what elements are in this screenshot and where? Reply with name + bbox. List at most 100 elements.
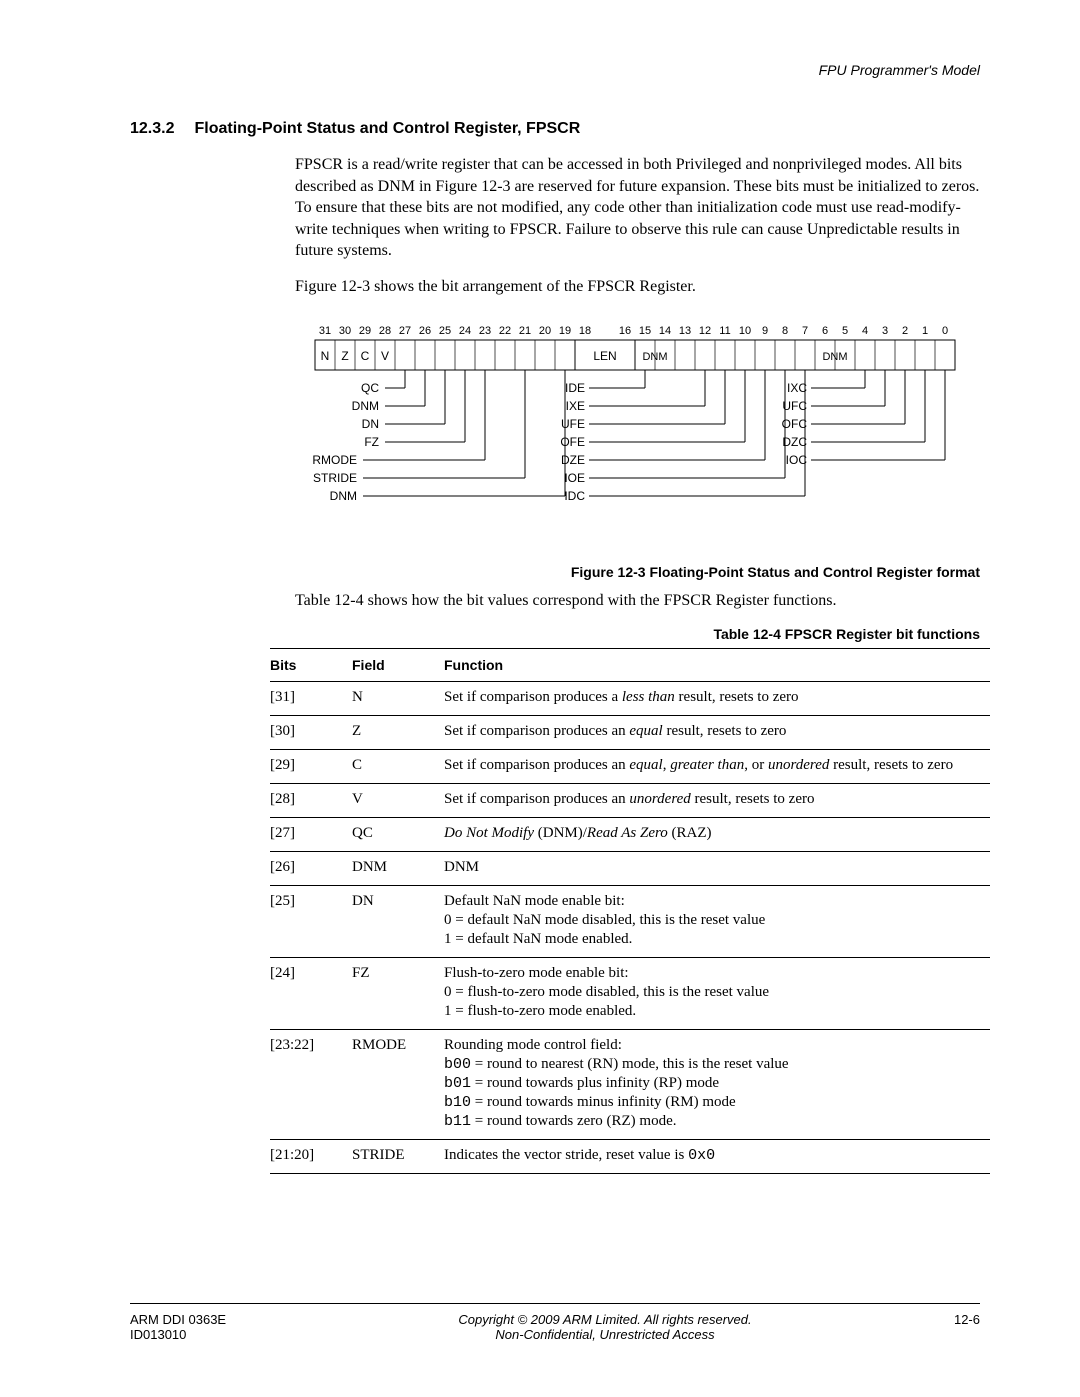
table-row: [28]VSet if comparison produces an unord… (270, 784, 990, 818)
doc-id: ARM DDI 0363E (130, 1312, 310, 1327)
cell-function: Set if comparison produces a less than r… (444, 682, 990, 716)
page-number: 12-6 (900, 1312, 980, 1327)
col-field: Field (352, 649, 444, 682)
cell-bits: [26] (270, 852, 352, 886)
svg-text:IOC: IOC (786, 453, 808, 467)
cell-bits: [31] (270, 682, 352, 716)
table-row: [27]QCDo Not Modify (DNM)/Read As Zero (… (270, 818, 990, 852)
cell-field: Z (352, 716, 444, 750)
svg-text:DNM: DNM (330, 489, 357, 503)
svg-text:4: 4 (862, 325, 868, 337)
svg-text:31: 31 (319, 325, 331, 337)
svg-text:DN: DN (362, 417, 379, 431)
svg-text:IOE: IOE (564, 471, 585, 485)
svg-text:2: 2 (902, 325, 908, 337)
cell-function: DNM (444, 852, 990, 886)
svg-text:12: 12 (699, 325, 711, 337)
svg-text:18: 18 (579, 325, 591, 337)
table-row: [23:22]RMODERounding mode control field:… (270, 1030, 990, 1140)
table-row: [26]DNMDNM (270, 852, 990, 886)
cell-function: Rounding mode control field:b00 = round … (444, 1030, 990, 1140)
section-heading: 12.3.2 Floating-Point Status and Control… (130, 120, 980, 138)
svg-text:30: 30 (339, 325, 351, 337)
cell-bits: [21:20] (270, 1140, 352, 1174)
svg-text:29: 29 (359, 325, 371, 337)
cell-field: N (352, 682, 444, 716)
cell-function: Set if comparison produces an equal resu… (444, 716, 990, 750)
svg-text:26: 26 (419, 325, 431, 337)
cell-bits: [24] (270, 958, 352, 1030)
cell-field: FZ (352, 958, 444, 1030)
cell-bits: [27] (270, 818, 352, 852)
cell-field: C (352, 750, 444, 784)
cell-function: Do Not Modify (DNM)/Read As Zero (RAZ) (444, 818, 990, 852)
svg-text:IDE: IDE (565, 381, 585, 395)
table-header-row: Bits Field Function (270, 649, 990, 682)
table-row: [21:20]STRIDEIndicates the vector stride… (270, 1140, 990, 1174)
svg-text:6: 6 (822, 325, 828, 337)
footer-center: Copyright © 2009 ARM Limited. All rights… (310, 1312, 900, 1342)
svg-text:9: 9 (762, 325, 768, 337)
running-head: FPU Programmer's Model (819, 62, 980, 78)
svg-text:14: 14 (659, 325, 671, 337)
table-row: [25]DNDefault NaN mode enable bit:0 = de… (270, 886, 990, 958)
table-row: [29]CSet if comparison produces an equal… (270, 750, 990, 784)
svg-text:8: 8 (782, 325, 788, 337)
cell-function: Set if comparison produces an equal, gre… (444, 750, 990, 784)
svg-text:11: 11 (719, 325, 730, 337)
cell-field: DN (352, 886, 444, 958)
svg-text:28: 28 (379, 325, 391, 337)
cell-field: DNM (352, 852, 444, 886)
svg-text:OFC: OFC (782, 417, 808, 431)
table-row: [24]FZFlush-to-zero mode enable bit:0 = … (270, 958, 990, 1030)
col-bits: Bits (270, 649, 352, 682)
svg-text:DZE: DZE (561, 453, 585, 467)
copyright: Copyright © 2009 ARM Limited. All rights… (310, 1312, 900, 1327)
svg-text:22: 22 (499, 325, 511, 337)
confidentiality: Non-Confidential, Unrestricted Access (310, 1327, 900, 1342)
svg-text:DNM: DNM (822, 351, 847, 363)
svg-text:Z: Z (341, 349, 348, 363)
svg-text:19: 19 (559, 325, 571, 337)
svg-text:27: 27 (399, 325, 411, 337)
section-number: 12.3.2 (130, 120, 174, 138)
table-row: [31]NSet if comparison produces a less t… (270, 682, 990, 716)
body-block: Table 12-4 shows how the bit values corr… (295, 590, 980, 644)
svg-text:10: 10 (739, 325, 751, 337)
svg-text:20: 20 (539, 325, 551, 337)
cell-function: Set if comparison produces an unordered … (444, 784, 990, 818)
svg-text:0: 0 (942, 325, 948, 337)
register-diagram: 3130292827262524232221201918161514131211… (295, 316, 975, 556)
table-row: [30]ZSet if comparison produces an equal… (270, 716, 990, 750)
svg-text:1: 1 (922, 325, 928, 337)
cell-bits: [28] (270, 784, 352, 818)
page: FPU Programmer's Model 12.3.2 Floating-P… (0, 0, 1080, 1397)
svg-text:STRIDE: STRIDE (313, 471, 357, 485)
svg-text:LEN: LEN (593, 349, 616, 363)
cell-function: Default NaN mode enable bit:0 = default … (444, 886, 990, 958)
svg-text:13: 13 (679, 325, 691, 337)
svg-text:UFE: UFE (561, 417, 585, 431)
svg-text:25: 25 (439, 325, 451, 337)
svg-text:DZC: DZC (782, 435, 807, 449)
svg-text:IXE: IXE (566, 399, 585, 413)
figure: 3130292827262524232221201918161514131211… (295, 316, 980, 580)
svg-text:C: C (361, 349, 370, 363)
svg-text:V: V (381, 349, 389, 363)
cell-field: STRIDE (352, 1140, 444, 1174)
svg-text:7: 7 (802, 325, 808, 337)
svg-text:RMODE: RMODE (312, 453, 357, 467)
svg-text:3: 3 (882, 325, 888, 337)
col-func: Function (444, 649, 990, 682)
cell-bits: [30] (270, 716, 352, 750)
section-title: Floating-Point Status and Control Regist… (194, 120, 580, 138)
figure-caption: Figure 12-3 Floating-Point Status and Co… (295, 564, 980, 580)
paragraph: Figure 12-3 shows the bit arrangement of… (295, 276, 980, 298)
svg-text:DNM: DNM (352, 399, 379, 413)
svg-text:QC: QC (361, 381, 379, 395)
svg-text:OFE: OFE (560, 435, 585, 449)
svg-text:23: 23 (479, 325, 491, 337)
footer-rule (130, 1303, 980, 1304)
cell-field: RMODE (352, 1030, 444, 1140)
paragraph: Table 12-4 shows how the bit values corr… (295, 590, 980, 612)
